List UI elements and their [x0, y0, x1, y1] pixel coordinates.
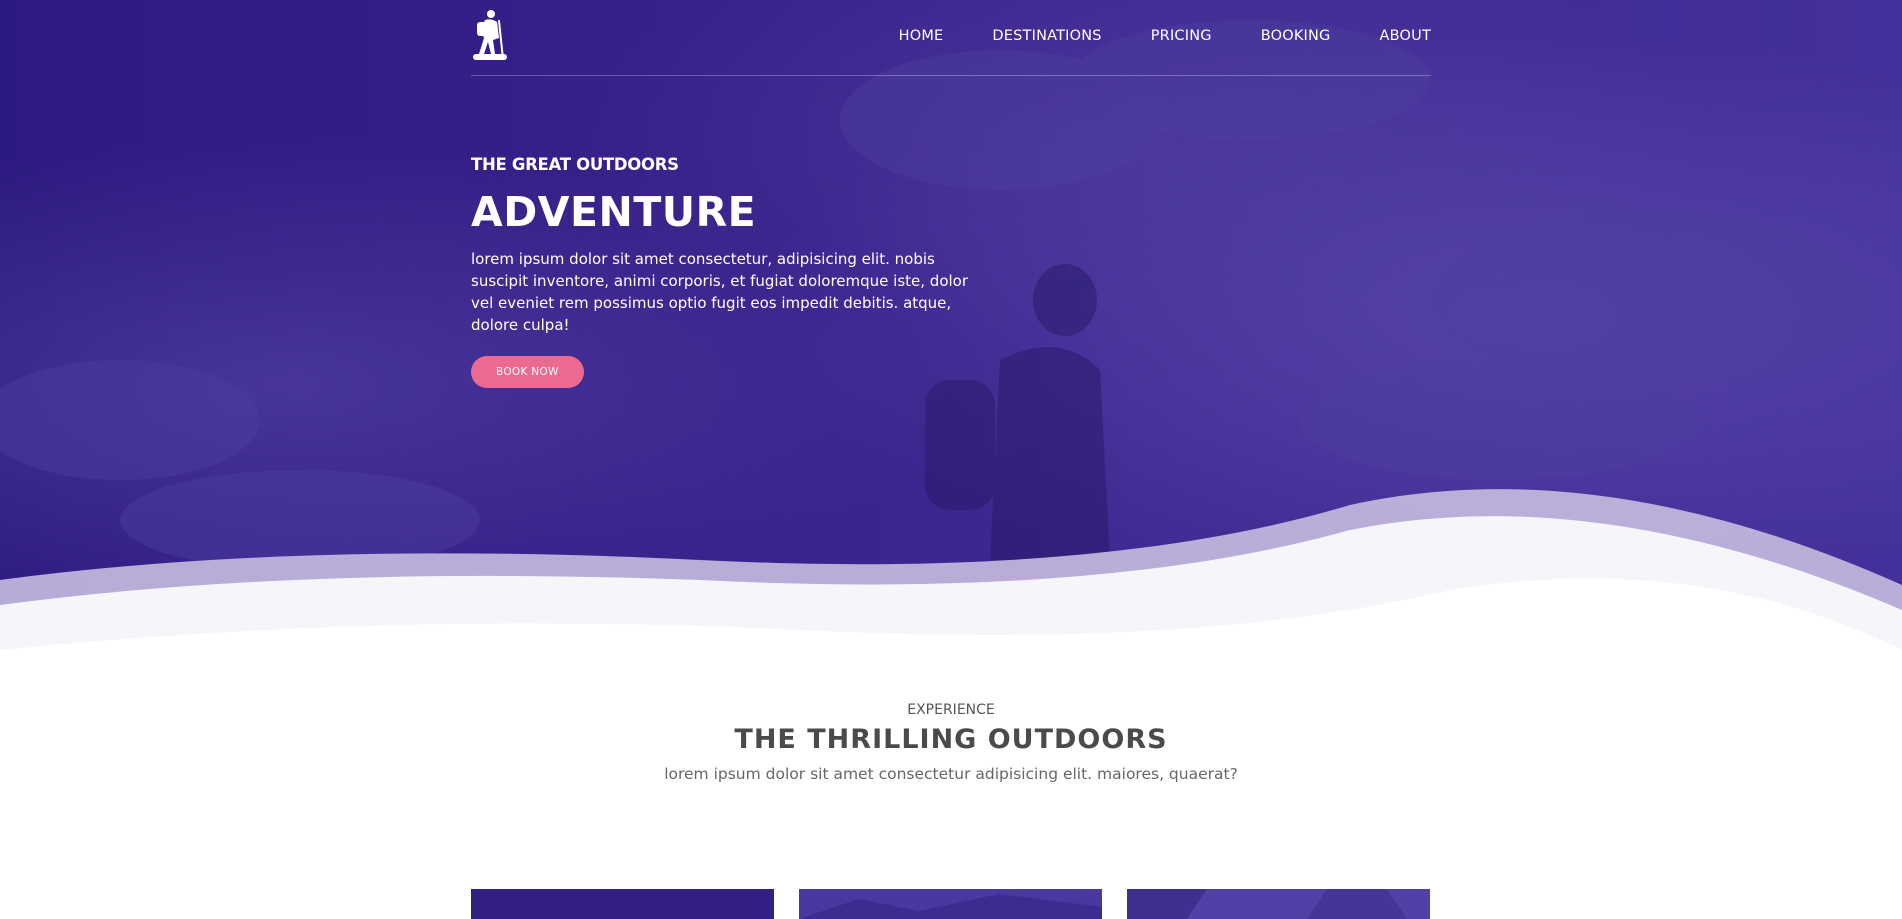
hero-wave-divider — [0, 489, 1902, 720]
nav-destinations[interactable]: DESTINATIONS — [992, 28, 1101, 44]
hero-description: lorem ipsum dolor sit amet consectetur, … — [471, 250, 969, 334]
section-heading: THE THRILLING OUTDOORS — [734, 724, 1168, 755]
nav-booking[interactable]: BOOKING — [1261, 28, 1331, 44]
experience-cards — [471, 889, 1431, 919]
book-now-button[interactable]: BOOK NOW — [471, 356, 584, 388]
section-kicker: EXPERIENCE — [907, 702, 995, 718]
section-subtitle: lorem ipsum dolor sit amet consectetur a… — [664, 765, 1238, 783]
hero-eyebrow: THE GREAT OUTDOORS — [471, 155, 679, 174]
experience-card-image[interactable] — [799, 889, 1102, 919]
hero-title: ADVENTURE — [471, 188, 757, 236]
nav-about[interactable]: ABOUT — [1380, 28, 1432, 44]
hero-content: THE GREAT OUTDOORS ADVENTURE lorem ipsum… — [471, 155, 991, 388]
hiker-icon[interactable] — [471, 8, 509, 62]
main-menu: HOME DESTINATIONS PRICING BOOKING ABOUT — [899, 28, 1431, 44]
experience-section-header: EXPERIENCE THE THRILLING OUTDOORS lorem … — [0, 702, 1902, 783]
nav-home[interactable]: HOME — [899, 28, 944, 44]
top-navigation: HOME DESTINATIONS PRICING BOOKING ABOUT — [471, 0, 1431, 76]
experience-card-image[interactable] — [471, 889, 774, 919]
experience-card-image[interactable] — [1127, 889, 1430, 919]
nav-pricing[interactable]: PRICING — [1151, 28, 1212, 44]
